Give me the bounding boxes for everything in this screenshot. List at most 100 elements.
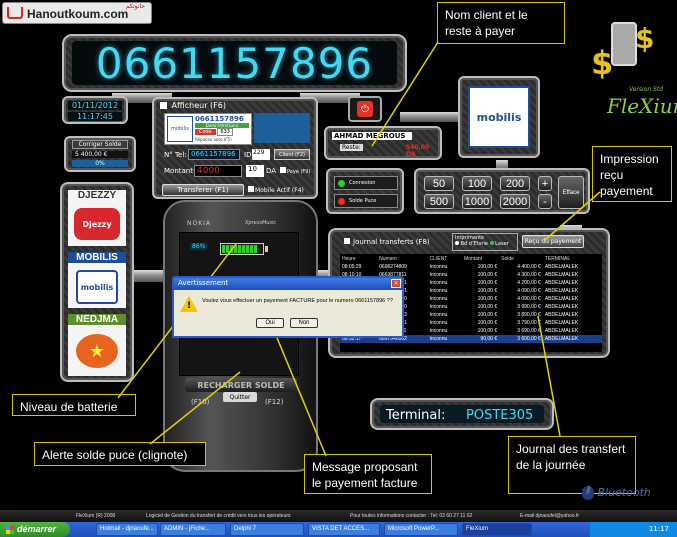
djezzy-logo: Djezzy [74, 208, 120, 240]
oui-button[interactable]: Oui [256, 318, 284, 328]
tel-input[interactable]: 0661157896 [188, 149, 240, 160]
bluetooth-icon: ᛒ [582, 486, 594, 500]
amount-button[interactable]: 1000 [462, 194, 492, 209]
start-button[interactable]: démarrer [0, 522, 70, 537]
minus-button[interactable]: - [538, 194, 552, 209]
table-cell: 100,00 € [477, 328, 498, 334]
column-header[interactable]: CLIENT [427, 254, 461, 263]
solde-puce-indicator[interactable]: Solde Puce [334, 194, 398, 208]
taskbar-item[interactable]: Microsoft PowerP... [384, 523, 458, 536]
table-row[interactable]: 08:05:29 0696274809 Inconnu 100,00 € 4 400,0… [340, 263, 602, 271]
dialog-close-button[interactable]: ✕ [391, 279, 401, 288]
table-cell: Inconnu [427, 335, 462, 343]
amount-button[interactable]: 100 [462, 176, 492, 191]
amount-button[interactable]: 500 [424, 194, 454, 209]
quitter-button[interactable]: Quitter [223, 392, 257, 402]
corriger-solde-button[interactable]: Corriger Solde [72, 140, 128, 149]
power-icon: ⏻ [357, 101, 373, 117]
dialog-titlebar[interactable]: Avertissement ✕ [174, 278, 402, 290]
id-input[interactable]: 229 [252, 149, 270, 160]
paye-checkbox[interactable]: Payé (F9) [280, 167, 310, 175]
warning-dialog: Avertissement ✕ ! Voulez vous effectuer … [172, 276, 404, 338]
code-value: 633 [217, 128, 233, 136]
flexium-version: Version Std [629, 86, 664, 93]
annotation-text: Message proposant le payement facture [312, 460, 418, 490]
table-cell: 4 200,00 € [517, 280, 541, 286]
checkbox-icon[interactable] [160, 102, 167, 109]
logo-arabic: حانوتكم [125, 3, 145, 10]
connexion-indicator[interactable]: Connexion [334, 176, 398, 190]
terminal-label: Terminal: [386, 408, 446, 423]
column-header[interactable]: Solde [499, 254, 543, 263]
operator-djezzy[interactable]: DJEZZY Djezzy [68, 190, 126, 246]
bluetooth-logo: ᛒ Bluetooth [582, 486, 651, 500]
radio-icon [489, 241, 494, 245]
operator-mobilis[interactable]: MOBILIS mobilis [68, 252, 126, 308]
f12-button[interactable]: (F12) [265, 398, 283, 406]
amount-button[interactable]: 200 [500, 176, 530, 191]
battery-percent: 86% [190, 243, 208, 250]
stop-button[interactable]: ⏻ [348, 96, 382, 122]
table-cell: ABDELMALEK [544, 328, 579, 334]
transferer-button[interactable]: Transferer (F1) [162, 184, 244, 196]
terminal-panel: Terminal: POSTE305 [370, 398, 554, 430]
radio-laser[interactable]: Laser [489, 241, 509, 247]
column-header[interactable]: Numero [377, 254, 427, 263]
table-cell: ABDELMALEK [544, 312, 579, 318]
qty-input[interactable]: 10 [246, 165, 264, 177]
operators-panel: DJEZZY Djezzy MOBILIS mobilis NEDJMA ★ [60, 182, 134, 382]
mobile-actif-checkbox[interactable]: Mobile Actif (F4) [248, 186, 304, 194]
bluetooth-text: Bluetooth [597, 486, 651, 499]
dollar-icon: $ [635, 22, 655, 55]
annotation-text: Nom client et le reste à payer [445, 8, 528, 38]
plus-button[interactable]: + [538, 176, 552, 191]
table-cell: ABDELMALEK [544, 320, 579, 326]
table-cell: Inconnu [429, 272, 448, 278]
footer-email: E-mail djnaoufel@yahoo.fr [520, 513, 579, 519]
taskbar-item[interactable]: VISTA DET ACCES... [308, 523, 380, 536]
taskbar-item[interactable]: Hotmail - djnaoufe... [96, 523, 158, 536]
mobilis-logo: mobilis [76, 270, 118, 304]
id-label: ID [244, 151, 252, 159]
amount-button[interactable]: 2000 [500, 194, 530, 209]
windows-icon [6, 525, 14, 534]
table-cell: 100,00 € [477, 272, 498, 278]
table-cell: 08:05:29 [342, 264, 362, 270]
table-cell: Inconnu [429, 288, 448, 294]
terminal-inner: Terminal: POSTE305 [380, 405, 544, 423]
reponse-auto-toggle[interactable]: Réponse auto (F5) [195, 137, 232, 142]
operator-nedjma[interactable]: NEDJMA ★ [68, 314, 126, 376]
amount-button[interactable]: 50 [424, 176, 454, 191]
afficheur-card: mobilis 0661157896 Demi Filtre(Gen) Code… [164, 113, 252, 145]
column-header[interactable]: TERMINAL [543, 254, 602, 263]
afficheur-header: Afficheur (F6) [160, 101, 226, 110]
f10-button[interactable]: (F10) [191, 398, 209, 406]
operator-label: MOBILIS [68, 252, 126, 263]
nedjma-logo: ★ [76, 334, 118, 368]
table-cell: ABDELMALEK [544, 288, 579, 294]
amounts-panel: 50 100 200 + 500 1000 2000 - Efface [414, 168, 590, 214]
checkbox-icon [248, 186, 254, 192]
table-cell: 100,00 € [477, 264, 498, 270]
annotation-text: Impression reçu payement [600, 152, 659, 198]
client-name: AHMAD MEGROUS [332, 132, 412, 140]
table-cell: 4 090,00 € [517, 288, 541, 294]
checkbox-icon[interactable] [344, 238, 350, 244]
flexium-brand: FleXium [607, 94, 677, 118]
non-button[interactable]: Non [290, 318, 318, 328]
client-button[interactable]: Client (F2) [274, 149, 310, 160]
column-header[interactable]: Heure [340, 254, 377, 263]
annotation-batterie: Niveau de batterie [12, 394, 136, 416]
code-label: Code [195, 129, 216, 135]
taskbar-item[interactable]: ADMIN - [Fiche... [160, 523, 226, 536]
recharger-solde-button[interactable]: RECHARGER SOLDE [185, 378, 297, 392]
afficheur-title: Afficheur (F6) [171, 101, 226, 110]
radio-bd-etvrie[interactable]: Bd d'Etvrie [455, 241, 488, 247]
taskbar-item[interactable]: FleXium [462, 523, 532, 536]
efface-button[interactable]: Efface [558, 176, 584, 209]
taskbar-item[interactable]: Delphi 7 [230, 523, 304, 536]
recu-payement-button[interactable]: Reçu du payement [522, 235, 584, 248]
montant-input[interactable]: 4000 [194, 165, 242, 177]
column-header[interactable]: Montant [462, 254, 499, 263]
table-cell: 100,00 € [477, 304, 498, 310]
